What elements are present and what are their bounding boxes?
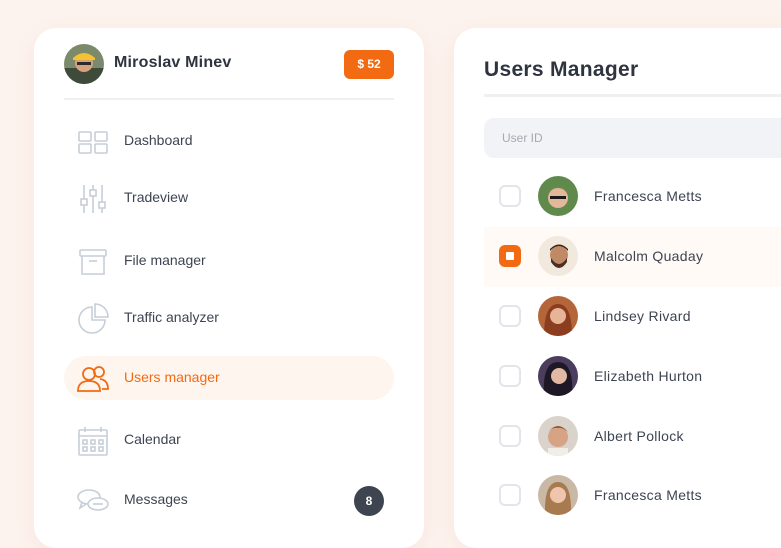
user-checkbox[interactable] <box>499 305 521 327</box>
sliders-icon <box>76 182 110 216</box>
user-name: Elizabeth Hurton <box>594 368 703 384</box>
user-id-input[interactable] <box>484 118 781 158</box>
user-checkbox[interactable] <box>499 425 521 447</box>
sidebar-item-dashboard[interactable]: Dashboard <box>64 119 394 163</box>
user-avatar <box>538 236 578 276</box>
balance-badge[interactable]: $ 52 <box>344 50 394 79</box>
user-avatar <box>538 416 578 456</box>
user-row[interactable]: Francesca Metts <box>484 466 781 526</box>
user-name: Miroslav Minev <box>114 54 232 71</box>
user-avatar[interactable] <box>64 44 104 84</box>
user-avatar <box>538 296 578 336</box>
user-row[interactable]: Elizabeth Hurton <box>484 347 781 407</box>
user-row[interactable]: Malcolm Quaday <box>484 227 781 287</box>
user-name: Lindsey Rivard <box>594 308 691 324</box>
sidebar-item-calendar[interactable]: Calendar <box>64 418 394 462</box>
user-name: Albert Pollock <box>594 428 684 444</box>
user-avatar <box>538 475 578 515</box>
archive-box-icon <box>76 245 110 279</box>
sidebar-item-label: Calendar <box>124 431 181 447</box>
sidebar-item-label: Users manager <box>124 369 220 385</box>
user-checkbox[interactable] <box>499 245 521 267</box>
user-row[interactable]: Francesca Metts <box>484 167 781 227</box>
sidebar-item-traffic-analyzer[interactable]: Traffic analyzer <box>64 296 394 340</box>
user-name: Francesca Metts <box>594 188 702 204</box>
page-title: Users Manager <box>484 58 639 81</box>
user-avatar <box>538 176 578 216</box>
sidebar-item-users-manager[interactable]: Users manager <box>64 356 394 400</box>
user-row[interactable]: Lindsey Rivard <box>484 287 781 347</box>
sidebar-item-messages[interactable]: Messages 8 <box>64 478 394 522</box>
users-icon <box>76 362 110 396</box>
users-manager-card: Users Manager Francesca Metts Malcolm Qu… <box>454 28 781 548</box>
sidebar-item-tradeview[interactable]: Tradeview <box>64 176 394 220</box>
sidebar-item-label: File manager <box>124 252 206 268</box>
user-checkbox[interactable] <box>499 185 521 207</box>
sidebar-card: Miroslav Minev $ 52 Dashboard Tradeview … <box>34 28 424 548</box>
sidebar-item-label: Traffic analyzer <box>124 309 219 325</box>
messages-count-badge: 8 <box>354 486 384 516</box>
sidebar-divider <box>64 98 394 100</box>
user-checkbox[interactable] <box>499 365 521 387</box>
user-name: Malcolm Quaday <box>594 248 704 264</box>
title-divider <box>484 94 781 97</box>
user-row[interactable]: Albert Pollock <box>484 407 781 467</box>
chat-bubbles-icon <box>76 484 110 518</box>
sidebar-item-label: Tradeview <box>124 189 189 205</box>
user-checkbox[interactable] <box>499 484 521 506</box>
sidebar-item-label: Dashboard <box>124 132 193 148</box>
user-avatar <box>538 356 578 396</box>
calendar-icon <box>76 424 110 458</box>
pie-chart-icon <box>76 302 110 336</box>
sidebar-item-file-manager[interactable]: File manager <box>64 239 394 283</box>
dashboard-icon <box>76 125 110 159</box>
sidebar-item-label: Messages <box>124 491 188 507</box>
user-name: Francesca Metts <box>594 487 702 503</box>
